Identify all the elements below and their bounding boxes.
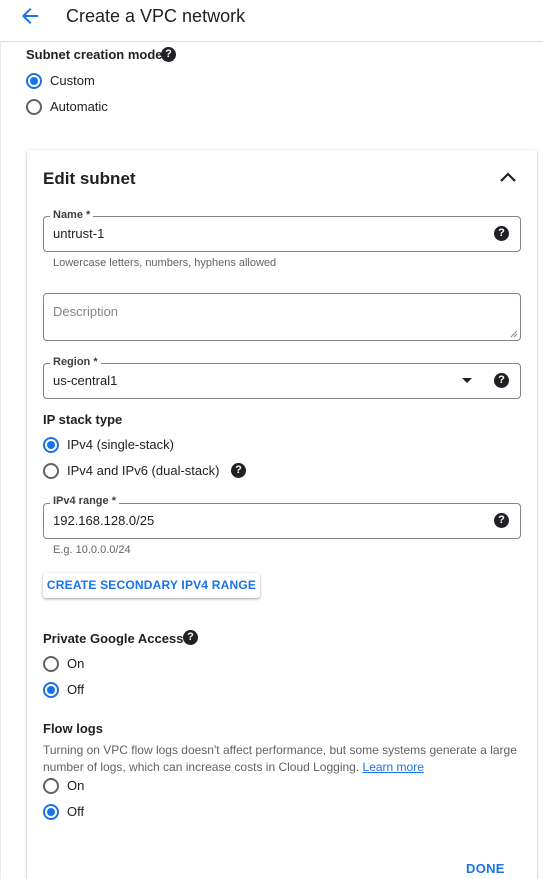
name-label: Name * xyxy=(50,209,94,221)
flow-logs-on-label: On xyxy=(67,778,85,793)
create-secondary-range-button[interactable]: CREATE SECONDARY IPV4 RANGE xyxy=(43,573,260,598)
flow-logs-description-text: Turning on VPC flow logs doesn't affect … xyxy=(43,743,517,774)
description-placeholder[interactable]: Description xyxy=(53,304,118,319)
done-button[interactable]: DONE xyxy=(466,861,505,876)
name-field[interactable] xyxy=(43,216,521,252)
name-help-icon[interactable]: ? xyxy=(494,226,509,241)
back-arrow-icon[interactable] xyxy=(18,4,42,28)
left-divider xyxy=(0,42,1,879)
private-google-access-label: Private Google Access xyxy=(43,631,184,646)
dropdown-caret-icon[interactable] xyxy=(462,378,472,383)
edit-subnet-title: Edit subnet xyxy=(43,169,136,188)
dual-stack-label: IPv4 and IPv6 (dual-stack) xyxy=(67,463,220,478)
subnet-mode-help-icon[interactable]: ? xyxy=(161,47,176,62)
subnet-mode-automatic-radio[interactable] xyxy=(26,99,42,115)
ip-stack-label: IP stack type xyxy=(43,412,123,427)
learn-more-link[interactable]: Learn more xyxy=(363,760,424,774)
page-title: Create a VPC network xyxy=(66,6,246,26)
flow-logs-description: Turning on VPC flow logs doesn't affect … xyxy=(43,742,528,776)
private-access-off-radio[interactable] xyxy=(43,682,59,698)
ipv4-range-hint: E.g. 10.0.0.0/24 xyxy=(53,544,131,556)
chevron-up-icon[interactable] xyxy=(499,170,517,184)
region-help-icon[interactable]: ? xyxy=(494,373,509,388)
name-input[interactable]: untrust-1 xyxy=(53,226,104,241)
region-label: Region * xyxy=(50,356,101,368)
flow-logs-off-label: Off xyxy=(67,804,85,819)
dual-stack-help-icon[interactable]: ? xyxy=(231,463,246,478)
subnet-mode-custom-label: Custom xyxy=(50,73,95,88)
private-access-on-radio[interactable] xyxy=(43,656,59,672)
subnet-mode-automatic-label: Automatic xyxy=(50,99,108,114)
ipv4-single-stack-radio[interactable] xyxy=(43,437,59,453)
private-access-off-label: Off xyxy=(67,682,85,697)
ipv4-range-help-icon[interactable]: ? xyxy=(494,513,509,528)
name-hint: Lowercase letters, numbers, hyphens allo… xyxy=(53,257,277,269)
ipv4-range-input[interactable]: 192.168.128.0/25 xyxy=(53,513,154,528)
flow-logs-label: Flow logs xyxy=(43,721,103,736)
flow-logs-off-radio[interactable] xyxy=(43,804,59,820)
dual-stack-radio[interactable] xyxy=(43,463,59,479)
ipv4-single-stack-label: IPv4 (single-stack) xyxy=(67,437,174,452)
page-header: Create a VPC network xyxy=(0,0,543,42)
subnet-mode-label: Subnet creation mode xyxy=(26,47,163,62)
flow-logs-on-radio[interactable] xyxy=(43,778,59,794)
private-google-access-help-icon[interactable]: ? xyxy=(183,630,198,645)
region-value[interactable]: us-central1 xyxy=(53,373,117,388)
resize-handle-icon[interactable] xyxy=(510,330,518,338)
subnet-mode-custom-radio[interactable] xyxy=(26,73,42,89)
private-access-on-label: On xyxy=(67,656,85,671)
ipv4-range-label: IPv4 range * xyxy=(50,495,119,507)
